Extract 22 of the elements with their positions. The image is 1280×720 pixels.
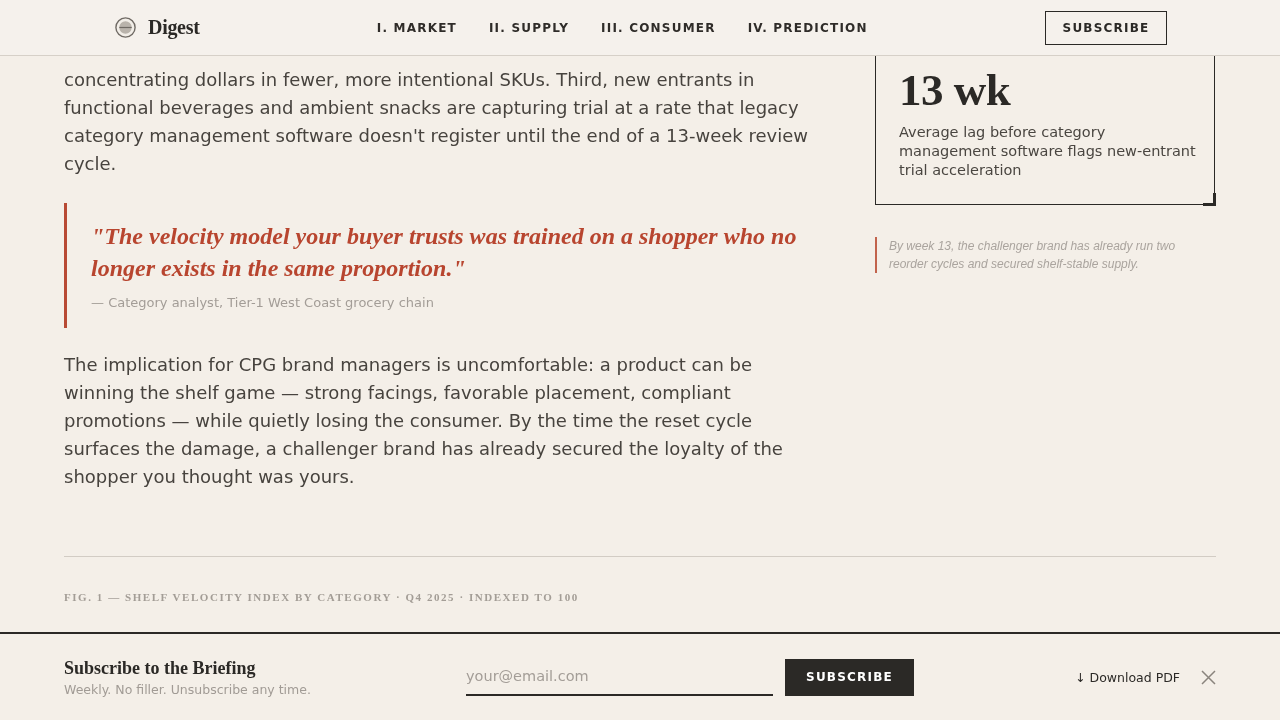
body-paragraph: The implication for CPG brand managers is uncomfortable: a product can be winning the shelf game — strong facings, favorable placement, compliant promotions — while quietly losing the consumer. By the time the reset cycle surfaces the damage, a challenger brand has already secured the loyalty of the shopper you thought was yours. xyxy=(64,353,784,489)
site-logo[interactable]: Digest xyxy=(148,16,200,39)
nav-link[interactable]: III. CONSUMER xyxy=(601,20,716,35)
email-field[interactable]: your@email.com xyxy=(466,658,773,696)
figure-caption: FIG. 1 — SHELF VELOCITY INDEX BY CATEGORY · Q4 2025 · INDEXED TO 100 xyxy=(64,590,580,604)
stat-value: 13 wk xyxy=(899,65,1012,115)
quote-text: "The velocity model your buyer trusts was trained on a shopper who no longer exists in the same proportion." xyxy=(91,222,798,283)
side-note: By week 13, the challenger brand has already run two reorder cycles and secured shelf-stable supply. xyxy=(875,237,1215,273)
subscribe-button[interactable]: SUBSCRIBE xyxy=(1045,10,1167,45)
close-button[interactable] xyxy=(1201,669,1216,685)
close-icon xyxy=(1201,669,1216,685)
download-link[interactable]: ↓ Download PDF xyxy=(1075,669,1180,685)
stat-caption: Average lag before category management software flags new-entrant trial acceleration xyxy=(899,123,1196,180)
body-paragraph: concentrating dollars in fewer, more intentional SKUs. Third, new entrants in functional beverages and ambient snacks are capturing trial at a rate that legacy category management software doesn't register until the end of a 13-week review cycle. xyxy=(64,68,809,176)
logo-icon xyxy=(115,17,136,38)
bar-subtitle: Weekly. No filler. Unsubscribe any time. xyxy=(64,681,312,698)
nav-link[interactable]: II. SUPPLY xyxy=(488,20,570,35)
bar-title: Subscribe to the Briefing xyxy=(64,656,257,679)
subscribe-button[interactable]: SUBSCRIBE xyxy=(785,658,914,696)
nav-link[interactable]: IV. PREDICTION xyxy=(747,20,868,35)
nav-link[interactable]: I. MARKET xyxy=(376,20,457,35)
quote-attribution: — Category analyst, Tier-1 West Coast grocery chain xyxy=(91,294,435,312)
